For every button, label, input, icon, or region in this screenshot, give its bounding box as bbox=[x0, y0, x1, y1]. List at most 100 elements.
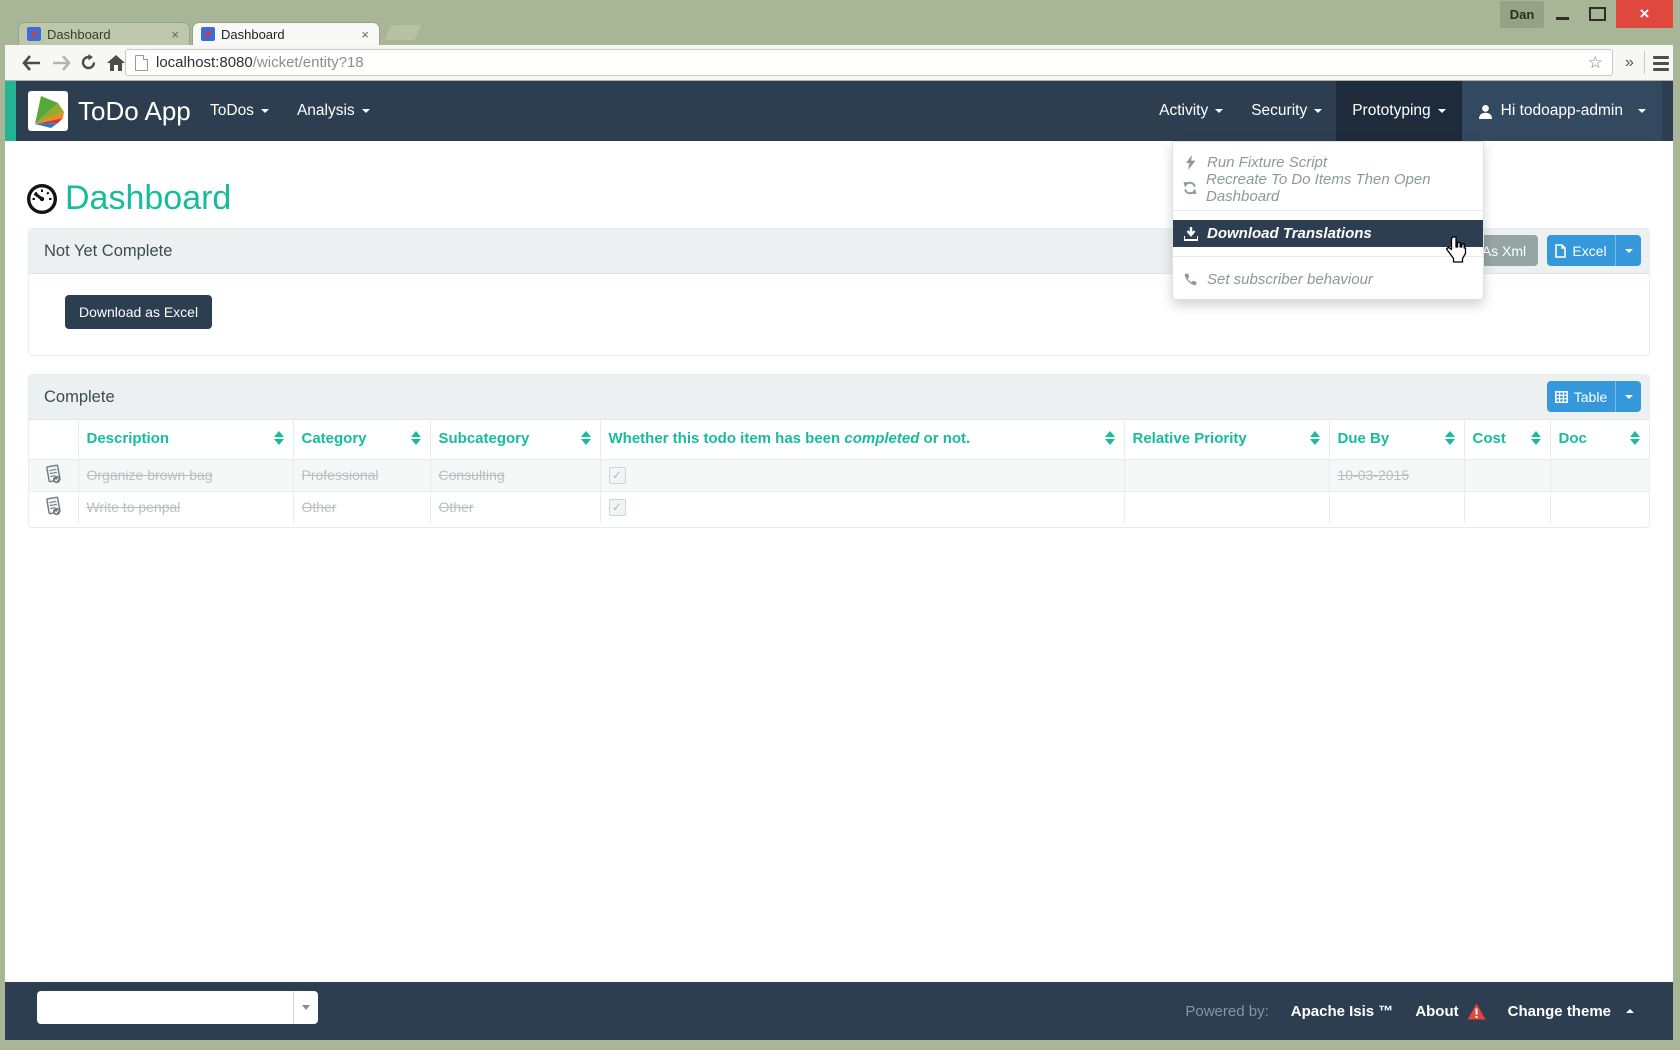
page-viewport: ToDo App ToDos Analysis Activity Securit… bbox=[5, 81, 1673, 1040]
panel-title: Complete bbox=[44, 388, 115, 407]
panel-complete: Complete Table Description Category Subc… bbox=[28, 374, 1650, 528]
refresh-button[interactable] bbox=[73, 45, 103, 80]
page-title: Dashboard bbox=[65, 179, 231, 218]
cell-subcategory: Other bbox=[430, 491, 600, 523]
cell-due-by: 10-03-2015 bbox=[1329, 459, 1464, 491]
menu-item-set-subscriber-behaviour[interactable]: Set subscriber behaviour bbox=[1173, 266, 1483, 292]
sort-icon[interactable] bbox=[274, 431, 284, 445]
sort-icon[interactable] bbox=[1310, 431, 1320, 445]
column-completed[interactable]: Whether this todo item has been complete… bbox=[600, 419, 1124, 459]
bookmark-star-icon[interactable]: ☆ bbox=[1588, 53, 1603, 73]
nav-item-security[interactable]: Security bbox=[1237, 81, 1336, 141]
cell-subcategory: Consulting bbox=[430, 459, 600, 491]
table-row: Organize brown bag Professional Consulti… bbox=[29, 459, 1649, 491]
cell-completed: ✓ bbox=[600, 491, 1124, 523]
tab-title: Dashboard bbox=[47, 27, 169, 42]
column-cost[interactable]: Cost bbox=[1464, 419, 1550, 459]
about-link[interactable]: About bbox=[1415, 1003, 1485, 1020]
new-tab-button[interactable] bbox=[385, 25, 422, 40]
favicon-icon bbox=[201, 27, 215, 41]
todo-item-link[interactable] bbox=[29, 491, 78, 523]
tab-close-icon[interactable]: × bbox=[359, 28, 371, 41]
todo-item-link[interactable] bbox=[29, 459, 78, 491]
app-brand[interactable]: ToDo App bbox=[78, 81, 191, 141]
menu-divider bbox=[1173, 256, 1483, 257]
menu-item-recreate-todo-items[interactable]: Recreate To Do Items Then Open Dashboard bbox=[1173, 175, 1483, 201]
nav-item-activity[interactable]: Activity bbox=[1145, 81, 1237, 141]
browser-tab-inactive[interactable]: Dashboard × bbox=[18, 22, 190, 45]
caret-down-icon bbox=[1215, 109, 1223, 113]
favicon-icon bbox=[27, 27, 41, 41]
table-dropdown-toggle[interactable] bbox=[1615, 381, 1641, 412]
url-bar[interactable]: localhost:8080/wicket/entity?18 ☆ bbox=[125, 49, 1613, 76]
menu-divider bbox=[1173, 210, 1483, 211]
download-icon bbox=[1183, 227, 1198, 241]
window-close-button[interactable]: × bbox=[1616, 0, 1673, 28]
cell-completed: ✓ bbox=[600, 459, 1124, 491]
column-doc[interactable]: Doc bbox=[1550, 419, 1649, 459]
sort-icon[interactable] bbox=[1630, 431, 1640, 445]
nav-item-analysis[interactable]: Analysis bbox=[283, 81, 384, 141]
apache-isis-link[interactable]: Apache Isis ™ bbox=[1291, 1003, 1394, 1020]
sort-icon[interactable] bbox=[1531, 431, 1541, 445]
table-header-row: Description Category Subcategory Whether… bbox=[29, 419, 1649, 459]
select-dropdown-toggle[interactable] bbox=[293, 991, 318, 1024]
sort-icon[interactable] bbox=[581, 431, 591, 445]
mouse-cursor bbox=[1445, 236, 1469, 269]
cell-doc bbox=[1550, 491, 1649, 523]
cell-category: Other bbox=[293, 491, 430, 523]
todo-item-icon bbox=[43, 496, 63, 516]
browser-profile-button[interactable]: Dan bbox=[1500, 1, 1544, 28]
forward-arrow-icon bbox=[52, 55, 71, 71]
menu-item-download-translations[interactable]: Download Translations bbox=[1173, 220, 1483, 247]
browser-tab-active[interactable]: Dashboard × bbox=[192, 22, 380, 45]
prototyping-dropdown-menu: Run Fixture Script Recreate To Do Items … bbox=[1172, 141, 1484, 300]
column-relative-priority[interactable]: Relative Priority bbox=[1124, 419, 1329, 459]
app-footer: Powered by: Apache Isis ™ About Change t… bbox=[5, 982, 1673, 1040]
column-description[interactable]: Description bbox=[78, 419, 293, 459]
table-icon bbox=[1555, 391, 1568, 403]
sort-icon[interactable] bbox=[1105, 431, 1115, 445]
column-category[interactable]: Category bbox=[293, 419, 430, 459]
caret-up-icon bbox=[1626, 1009, 1634, 1013]
footer-select[interactable] bbox=[37, 991, 318, 1024]
back-button[interactable] bbox=[15, 45, 47, 80]
page-icon bbox=[135, 55, 148, 71]
column-due-by[interactable]: Due By bbox=[1329, 419, 1464, 459]
change-theme-button[interactable]: Change theme bbox=[1508, 1003, 1634, 1020]
toolbar-overflow-button[interactable]: » bbox=[1625, 45, 1634, 80]
checkbox-checked-icon: ✓ bbox=[609, 499, 626, 516]
tab-close-icon[interactable]: × bbox=[169, 28, 181, 41]
column-subcategory[interactable]: Subcategory bbox=[430, 419, 600, 459]
dashboard-gauge-icon bbox=[26, 183, 58, 215]
panel-header: Complete Table bbox=[29, 375, 1649, 420]
sort-icon[interactable] bbox=[1445, 431, 1455, 445]
toolbar-separator bbox=[1644, 51, 1645, 74]
refresh-icon bbox=[1183, 181, 1197, 195]
page-heading: Dashboard bbox=[26, 179, 231, 218]
table-view-split-button[interactable]: Table bbox=[1547, 381, 1641, 412]
caret-down-icon bbox=[261, 109, 269, 113]
file-icon bbox=[1555, 244, 1566, 258]
cell-relative-priority bbox=[1124, 491, 1329, 523]
refresh-icon bbox=[80, 54, 97, 71]
sort-icon[interactable] bbox=[411, 431, 421, 445]
warning-icon bbox=[1467, 1003, 1486, 1020]
download-as-excel-button[interactable]: Download as Excel bbox=[65, 295, 212, 329]
window-minimize-button[interactable] bbox=[1546, 0, 1579, 28]
nav-item-user[interactable]: Hi todoapp-admin bbox=[1462, 81, 1662, 141]
app-logo[interactable] bbox=[28, 91, 68, 131]
navbar-accent-stripe bbox=[5, 81, 16, 141]
nav-item-prototyping[interactable]: Prototyping bbox=[1336, 81, 1461, 141]
home-icon bbox=[107, 55, 125, 71]
window-maximize-button[interactable] bbox=[1581, 0, 1614, 28]
cell-cost bbox=[1464, 459, 1550, 491]
browser-menu-icon[interactable] bbox=[1653, 56, 1669, 74]
user-icon bbox=[1478, 104, 1493, 119]
column-icon bbox=[29, 419, 78, 459]
excel-split-button[interactable]: Excel bbox=[1547, 235, 1641, 266]
excel-dropdown-toggle[interactable] bbox=[1615, 235, 1641, 266]
cell-cost bbox=[1464, 491, 1550, 523]
nav-item-todos[interactable]: ToDos bbox=[196, 81, 283, 141]
panel-title: Not Yet Complete bbox=[44, 242, 172, 261]
